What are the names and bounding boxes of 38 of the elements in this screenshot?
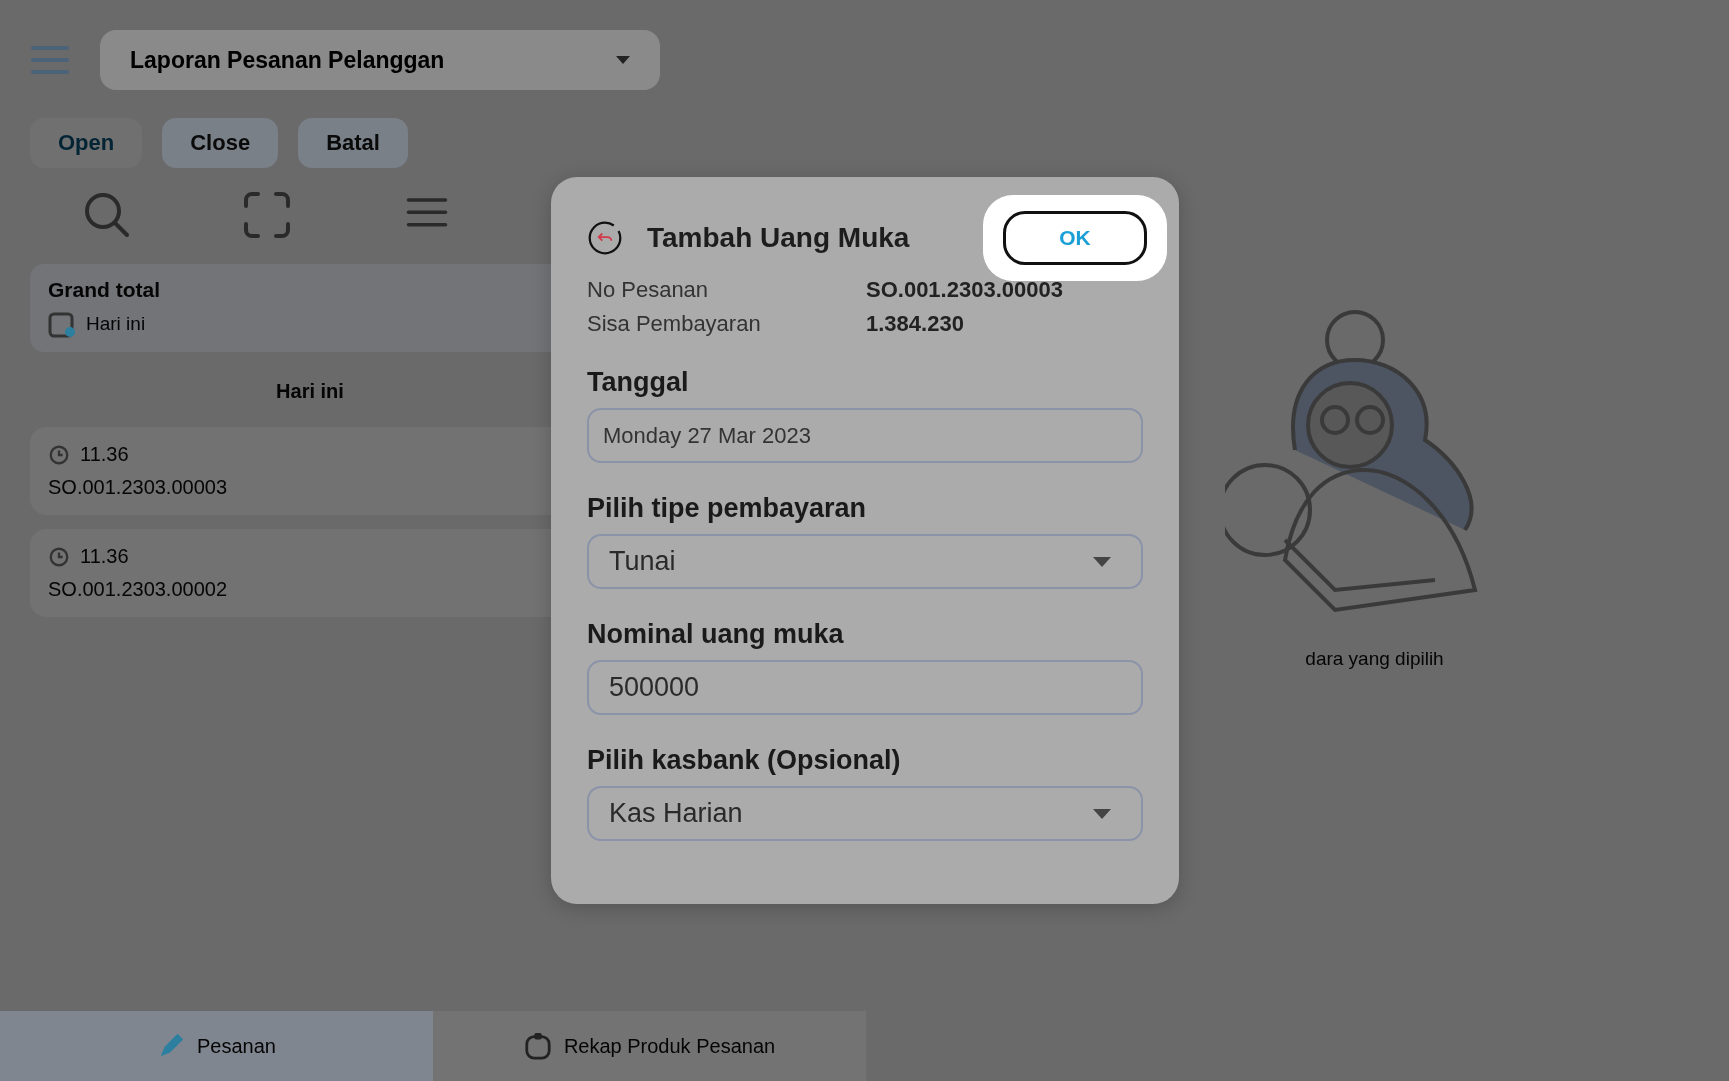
section-header: Hari ini (275, 380, 345, 403)
status-tab[interactable]: Open (30, 118, 143, 168)
clock-icon (48, 443, 70, 466)
bottom-nav-tab[interactable]: Pesanan (0, 1011, 433, 1081)
summary-title: Grand total (48, 278, 161, 302)
order-number: SO.001.2303.00003 (48, 476, 229, 499)
clipboard-icon (523, 1032, 552, 1060)
info-label: No Pesanan (587, 277, 710, 303)
period-label: Hari ini (86, 313, 146, 335)
info-label: Sisa Pembayaran (587, 311, 762, 337)
empty-state-message: dara yang dipilih (1304, 648, 1444, 670)
bottom-nav-tab[interactable]: Rekap Produk Pesanan (433, 1011, 866, 1081)
info-value: SO.001.2303.00003 (866, 277, 1064, 303)
report-dropdown[interactable]: Laporan Pesanan Pelanggan (100, 30, 660, 90)
search-icon[interactable] (82, 190, 132, 240)
ok-button[interactable]: OK (1003, 211, 1147, 265)
order-time: 11.36 (80, 443, 129, 466)
status-tab[interactable]: Batal (298, 118, 408, 168)
order-time: 11.36 (80, 545, 129, 568)
field-label: Tanggal (587, 367, 690, 398)
caret-icon (1093, 556, 1111, 567)
scan-frame-icon[interactable] (242, 190, 292, 240)
info-value: 1.384.230 (866, 311, 965, 337)
dropdown-field[interactable]: Tunai (587, 534, 1143, 589)
field-label: Nominal uang muka (587, 619, 845, 650)
input-field[interactable]: 500000 (587, 660, 1143, 715)
back-icon[interactable] (587, 220, 623, 256)
date-field[interactable]: Monday 27 Mar 2023 (587, 408, 1143, 463)
caret-icon (616, 56, 630, 64)
caret-icon (1093, 808, 1111, 819)
order-number: SO.001.2303.00002 (48, 578, 229, 601)
calendar-icon (48, 310, 76, 338)
dialog-title: Tambah Uang Muka (647, 222, 911, 254)
status-tab[interactable]: Close (162, 118, 279, 168)
clock-icon (48, 545, 70, 568)
dropdown-field[interactable]: Kas Harian (587, 786, 1143, 841)
field-label: Pilih kasbank (Opsional) (587, 745, 902, 776)
field-label: Pilih tipe pembayaran (587, 493, 868, 524)
